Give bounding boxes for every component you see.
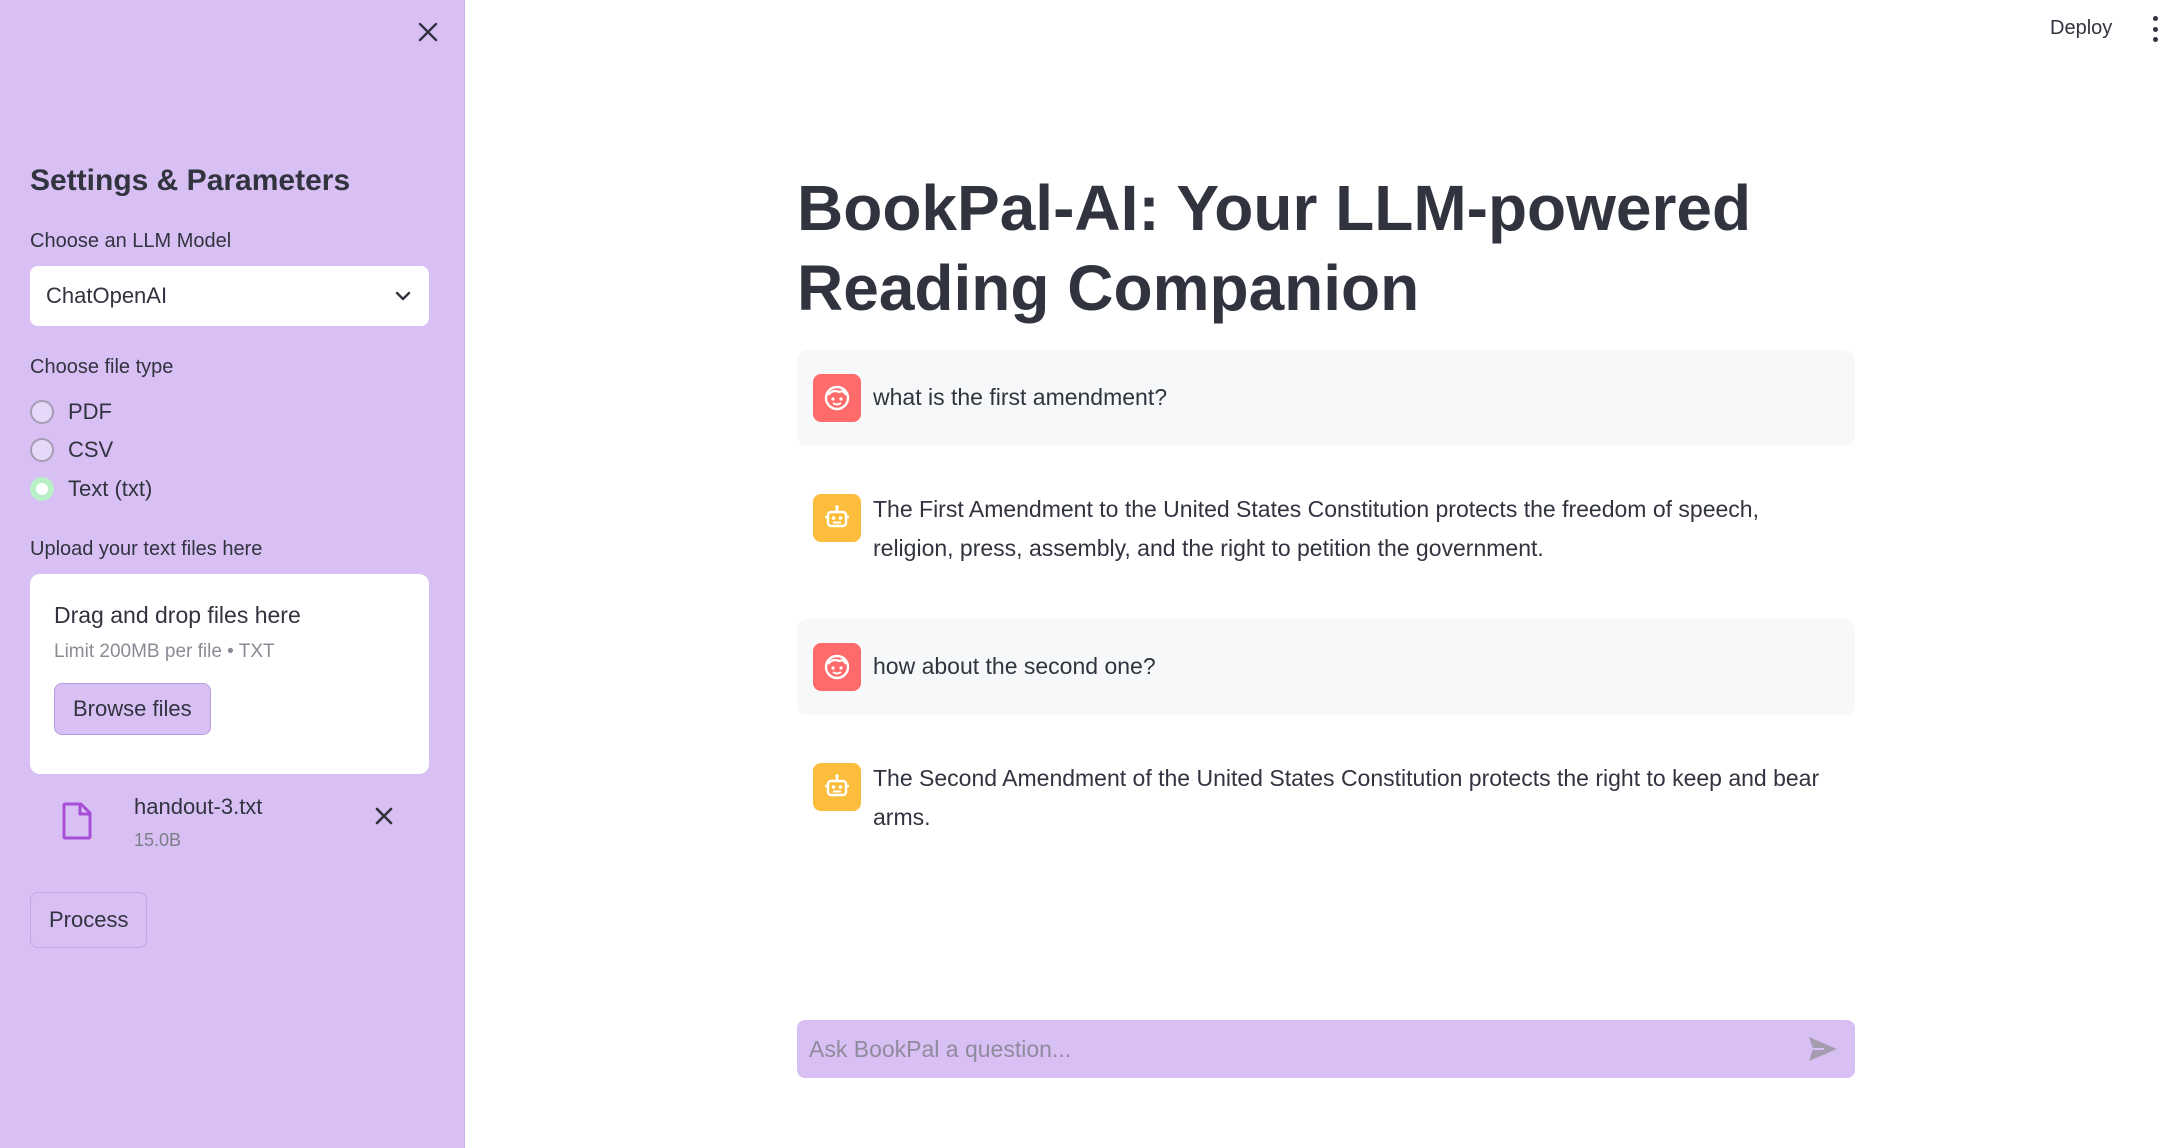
- sidebar: Settings & Parameters Choose an LLM Mode…: [0, 0, 465, 1148]
- dot-icon: [2152, 37, 2158, 42]
- chevron-down-icon: [395, 291, 411, 301]
- dot-icon: [2152, 26, 2158, 32]
- chat-message-user: how about the second one?: [797, 619, 1855, 715]
- close-icon: [375, 807, 393, 825]
- radio-label: CSV: [68, 437, 114, 462]
- deploy-button[interactable]: Deploy: [2050, 17, 2112, 40]
- model-select-label: Choose an LLM Model: [30, 230, 232, 252]
- radio-option-csv[interactable]: CSV: [30, 437, 113, 463]
- process-button[interactable]: Process: [30, 892, 148, 948]
- assistant-avatar: [813, 763, 861, 811]
- user-face-icon: [824, 385, 850, 411]
- radio-button-checked[interactable]: [30, 477, 54, 501]
- upload-label: Upload your text files here: [30, 538, 263, 560]
- chat-input-container: [797, 1020, 1855, 1078]
- dot-icon: [2152, 16, 2158, 21]
- message-text: The Second Amendment of the United State…: [873, 765, 1820, 830]
- send-icon: [1809, 1037, 1837, 1061]
- message-text: The First Amendment to the United States…: [873, 496, 1759, 561]
- file-dropzone[interactable]: Drag and drop files here Limit 200MB per…: [30, 574, 429, 774]
- remove-file-button[interactable]: [374, 806, 394, 831]
- close-icon: [418, 22, 438, 42]
- radio-button[interactable]: [30, 438, 54, 462]
- browse-files-button[interactable]: Browse files: [54, 683, 211, 735]
- model-select-value: ChatOpenAI: [46, 283, 168, 308]
- robot-icon: [825, 505, 849, 528]
- page-title: BookPal-AI: Your LLM-powered Reading Com…: [797, 172, 1752, 324]
- dropzone-title: Drag and drop files here: [54, 602, 301, 628]
- user-avatar: [813, 374, 861, 422]
- radio-option-pdf[interactable]: PDF: [30, 399, 112, 425]
- chat-message-assistant: The First Amendment to the United States…: [797, 486, 1855, 596]
- send-button[interactable]: [1803, 1029, 1843, 1069]
- robot-icon: [825, 774, 849, 797]
- file-name: handout-3.txt: [134, 794, 263, 819]
- radio-label: Text (txt): [68, 476, 153, 501]
- file-size: 15.0B: [134, 830, 182, 850]
- main-menu-button[interactable]: [2148, 16, 2162, 42]
- sidebar-title: Settings & Parameters: [30, 164, 351, 197]
- user-face-icon: [824, 654, 850, 680]
- dropzone-limit: Limit 200MB per file • TXT: [54, 641, 275, 662]
- model-select[interactable]: ChatOpenAI: [30, 266, 429, 326]
- filetype-label: Choose file type: [30, 356, 174, 378]
- assistant-avatar: [813, 494, 861, 542]
- file-icon: [62, 802, 92, 840]
- radio-option-txt[interactable]: Text (txt): [30, 476, 152, 502]
- chat-input[interactable]: [809, 1035, 1803, 1063]
- message-text: how about the second one?: [873, 653, 1156, 679]
- chat-message-user: what is the first amendment?: [797, 350, 1855, 446]
- uploaded-file: handout-3.txt 15.0B: [62, 792, 412, 862]
- message-text: what is the first amendment?: [873, 384, 1168, 410]
- user-avatar: [813, 643, 861, 691]
- close-sidebar-button[interactable]: [412, 16, 444, 48]
- chat-message-assistant: The Second Amendment of the United State…: [797, 755, 1855, 865]
- radio-button[interactable]: [30, 400, 54, 424]
- radio-label: PDF: [68, 399, 112, 424]
